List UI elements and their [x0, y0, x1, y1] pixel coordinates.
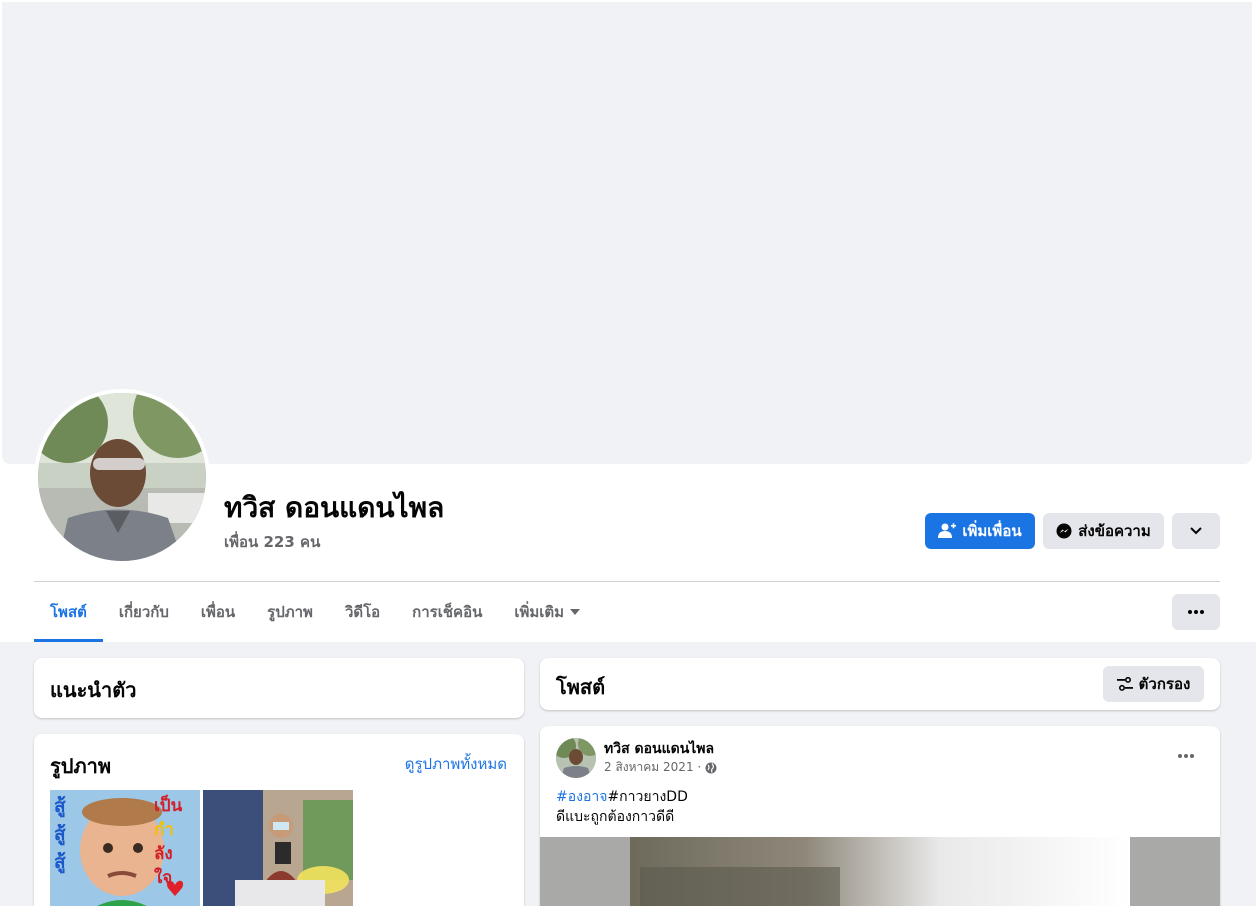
messenger-icon — [1056, 523, 1072, 539]
posts-title: โพสต์ — [556, 675, 606, 699]
add-friend-label: เพิ่มเพื่อน — [962, 522, 1022, 540]
profile-photo-image — [38, 393, 206, 561]
photo-text-left: สู้ สู้ สู้ — [54, 795, 66, 873]
tab-photos[interactable]: รูปภาพ — [251, 582, 329, 642]
tab-posts[interactable]: โพสต์ — [34, 582, 103, 642]
post-meta: 2 สิงหาคม 2021 · — [604, 758, 717, 777]
see-all-photos-link[interactable]: ดูรูปภาพทั้งหมด — [405, 752, 507, 776]
photo-thumbnail[interactable] — [203, 790, 353, 906]
post-author-name[interactable]: ทวิส ดอนแดนไพล — [604, 738, 714, 760]
more-actions-dropdown[interactable] — [1172, 513, 1220, 549]
post-card: ทวิส ดอนแดนไพล 2 สิงหาคม 2021 · #องอาจ#ก… — [540, 726, 1220, 906]
profile-picture[interactable] — [34, 389, 210, 565]
caret-down-icon — [570, 609, 581, 615]
post-text-line1: #องอาจ#กาวยางDD — [556, 786, 688, 808]
profile-name: ทวิส ดอนแดนไพล — [224, 491, 445, 524]
cover-photo[interactable] — [2, 2, 1252, 464]
hashtag-link[interactable]: #องอาจ — [556, 789, 607, 805]
post-author-avatar[interactable] — [556, 738, 596, 778]
profile-options-button[interactable] — [1172, 594, 1220, 630]
photos-card: รูปภาพ ดูรูปภาพทั้งหมด สู้ สู้ สู้ เป็น … — [34, 734, 524, 906]
friend-count[interactable]: เพื่อน 223 คน — [224, 530, 320, 554]
photo-text-right: เป็น กำ ลัง ใจ — [154, 796, 183, 888]
tab-checkins[interactable]: การเช็คอิน — [396, 582, 498, 642]
intro-title: แนะนำตัว — [50, 678, 137, 702]
send-message-label: ส่งข้อความ — [1078, 522, 1151, 540]
profile-tabs: โพสต์ เกี่ยวกับ เพื่อน รูปภาพ วิดีโอ การ… — [34, 582, 596, 642]
intro-card: แนะนำตัว — [34, 658, 524, 718]
photo-thumbnail[interactable]: สู้ สู้ สู้ เป็น กำ ลัง ใจ — [50, 790, 200, 906]
tab-videos[interactable]: วิดีโอ — [329, 582, 396, 642]
filter-icon — [1116, 677, 1133, 691]
tab-more-label: เพิ่มเติม — [514, 603, 565, 621]
filter-button[interactable]: ตัวกรอง — [1103, 666, 1204, 702]
tab-friends[interactable]: เพื่อน — [185, 582, 251, 642]
tab-more[interactable]: เพิ่มเติม — [498, 582, 596, 642]
posts-header-card: โพสต์ ตัวกรอง — [540, 658, 1220, 710]
globe-icon — [705, 762, 717, 774]
photos-title[interactable]: รูปภาพ — [50, 750, 111, 782]
filter-label: ตัวกรอง — [1138, 675, 1191, 693]
chevron-down-icon — [1190, 527, 1202, 535]
post-image[interactable] — [540, 837, 1220, 906]
post-text-line2: ดีแบะถูกต้องกาวดีดี — [556, 809, 675, 825]
post-date[interactable]: 2 สิงหาคม 2021 · — [604, 758, 701, 777]
post-options-button[interactable] — [1170, 740, 1202, 772]
post-tag-text: #กาวยางDD — [607, 789, 688, 805]
send-message-button[interactable]: ส่งข้อความ — [1043, 513, 1164, 549]
add-friend-icon — [938, 523, 957, 539]
more-horizontal-icon — [1178, 754, 1194, 758]
more-horizontal-icon — [1188, 610, 1204, 614]
add-friend-button[interactable]: เพิ่มเพื่อน — [925, 513, 1035, 549]
tab-about[interactable]: เกี่ยวกับ — [103, 582, 185, 642]
